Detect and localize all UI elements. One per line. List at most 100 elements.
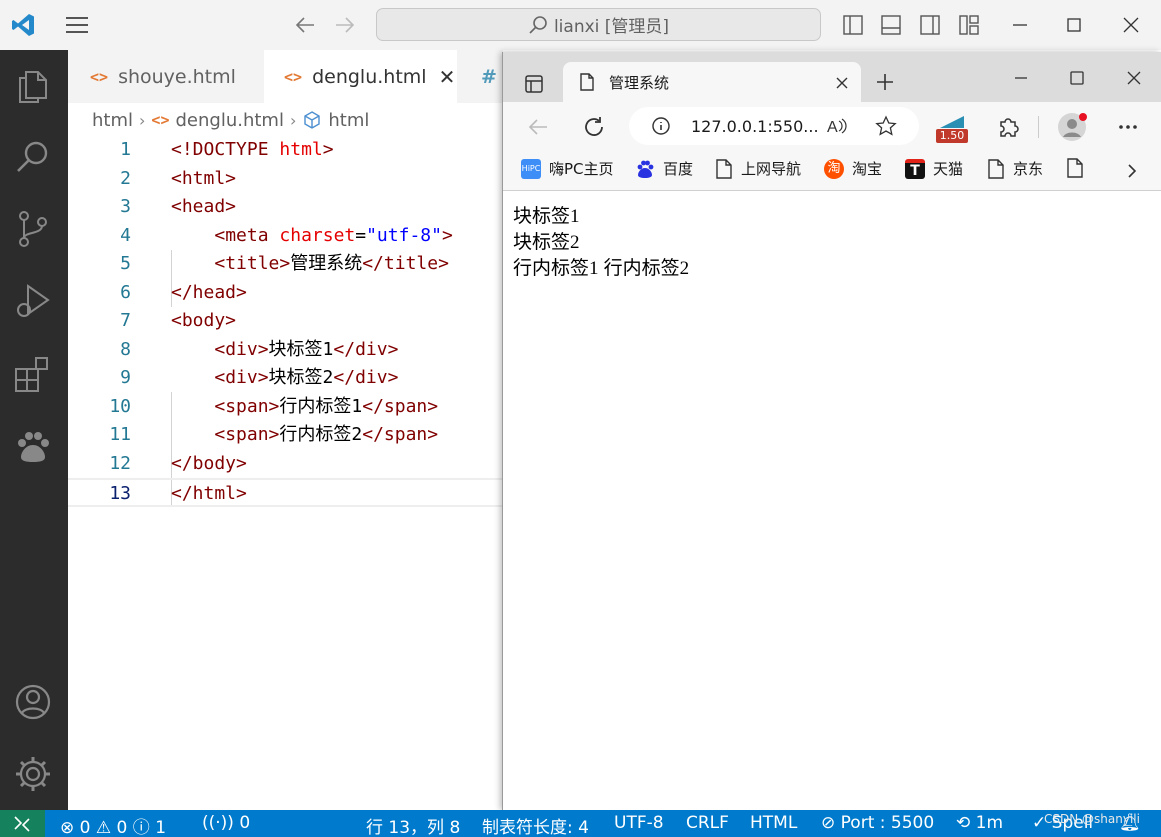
toggle-panel-icon[interactable] xyxy=(880,14,902,36)
warning-count: 0 xyxy=(116,818,128,837)
favorites-bar: HiPC 嗨PC主页 百度 上网导航 淘 淘宝 T 天猫 京东 xyxy=(503,152,1161,191)
tab-shouye[interactable]: <> shouye.html xyxy=(68,50,264,103)
favorite-label: 京东 xyxy=(1013,160,1044,178)
favorite-label: 天猫 xyxy=(933,160,964,178)
page-icon xyxy=(1067,158,1083,178)
encoding[interactable]: UTF-8 xyxy=(614,813,664,833)
favorite-jd[interactable]: 京东 xyxy=(987,158,1043,179)
breadcrumb-file[interactable]: denglu.html xyxy=(175,110,283,131)
refresh-icon[interactable] xyxy=(582,115,606,139)
breadcrumb-folder[interactable]: html xyxy=(92,110,133,131)
symbol-element-icon xyxy=(304,111,321,129)
close-window-icon[interactable] xyxy=(1124,68,1144,88)
chevron-right-icon: › xyxy=(289,110,297,130)
tab-actions-icon[interactable] xyxy=(524,74,544,94)
profile-icon xyxy=(1058,113,1087,141)
broadcast-icon: ((·)) xyxy=(202,813,234,833)
cursor-position[interactable]: 行 13，列 8 xyxy=(366,813,460,837)
browser-tab-active[interactable]: 管理系统 xyxy=(563,62,861,102)
favorite-star-icon[interactable] xyxy=(875,115,897,137)
remote-indicator[interactable] xyxy=(0,810,45,837)
command-center-search[interactable]: lianxi [管理员] xyxy=(376,8,821,41)
toggle-primary-sidebar-icon[interactable] xyxy=(842,14,864,36)
new-tab-icon[interactable] xyxy=(875,72,895,92)
favorite-hipc[interactable]: HiPC 嗨PC主页 xyxy=(521,158,614,179)
read-aloud-icon[interactable]: A xyxy=(825,116,847,136)
taobao-logo-icon: 淘 xyxy=(824,158,844,179)
inline-element: 行内标签1 xyxy=(513,258,599,279)
html-file-icon: <> xyxy=(90,67,109,86)
paw-extension-icon[interactable] xyxy=(12,426,54,468)
settings-gear-icon[interactable] xyxy=(12,753,54,795)
forward-arrow-icon[interactable] xyxy=(334,14,356,36)
problems-indicator[interactable]: ⊗ 0 ⚠ 0 ⓘ 1 xyxy=(60,813,166,837)
favorite-untitled[interactable] xyxy=(1066,158,1084,178)
code-line: 6 </head> xyxy=(120,281,247,303)
run-debug-icon[interactable] xyxy=(12,280,54,322)
breadcrumb-symbol[interactable]: html xyxy=(328,110,369,131)
tmall-logo-icon: T xyxy=(905,158,925,179)
code-line: 3 <head> xyxy=(120,196,237,217)
favorite-tmall[interactable]: T 天猫 xyxy=(905,158,963,179)
back-arrow-icon[interactable] xyxy=(527,116,549,138)
code-line: 1 <!DOCTYPE html> xyxy=(120,139,334,160)
menu-icon[interactable] xyxy=(64,14,90,36)
code-line: 11 <span>行内标签2</span> xyxy=(109,424,439,445)
explorer-icon[interactable] xyxy=(12,66,54,108)
site-info-icon[interactable] xyxy=(651,116,671,136)
maximize-icon[interactable] xyxy=(1067,68,1087,88)
browser-toolbar: 127.0.0.1:550... A 1.50 xyxy=(503,102,1161,152)
profile-avatar[interactable] xyxy=(1057,112,1087,142)
accounts-icon[interactable] xyxy=(12,681,54,723)
tab-size[interactable]: 制表符长度: 4 xyxy=(482,813,589,837)
toggle-secondary-sidebar-icon[interactable] xyxy=(919,14,941,36)
chevron-right-icon[interactable] xyxy=(1123,162,1141,180)
favorite-baidu[interactable]: 百度 xyxy=(635,158,693,179)
maximize-icon[interactable] xyxy=(1061,12,1087,38)
tab-css[interactable]: # xyxy=(457,50,503,103)
browser-window: 管理系统 127.0.0.1:550... A 1.50 HiPC 嗨PC主页 … xyxy=(502,52,1161,810)
extensions-puzzle-icon[interactable] xyxy=(996,115,1020,139)
error-icon: ⊗ xyxy=(60,818,75,837)
ports-indicator[interactable]: ((·)) 0 xyxy=(202,813,250,833)
back-arrow-icon[interactable] xyxy=(294,14,316,36)
minimize-icon[interactable] xyxy=(1007,12,1033,38)
code-line-current: 13 </html> xyxy=(68,478,503,507)
favorite-label: 嗨PC主页 xyxy=(549,160,614,178)
favorite-taobao[interactable]: 淘 淘宝 xyxy=(824,158,882,179)
language-mode[interactable]: HTML xyxy=(750,813,797,833)
favorite-label: 上网导航 xyxy=(741,160,802,178)
css-file-icon: # xyxy=(481,65,497,88)
html-file-icon: <> xyxy=(284,67,303,86)
info-icon: ⓘ xyxy=(132,818,150,837)
customize-layout-icon[interactable] xyxy=(958,14,980,36)
status-bar: ⊗ 0 ⚠ 0 ⓘ 1 ((·)) 0 行 13，列 8 制表符长度: 4 UT… xyxy=(0,810,1161,837)
favorite-nav[interactable]: 上网导航 xyxy=(715,158,801,179)
code-line: 8 <div>块标签1</div> xyxy=(120,338,399,360)
remote-icon xyxy=(14,816,30,832)
source-control-icon[interactable] xyxy=(12,208,54,250)
close-window-icon[interactable] xyxy=(1118,12,1144,38)
extension-speed-icon[interactable]: 1.50 xyxy=(936,114,968,144)
search-icon[interactable] xyxy=(12,136,54,178)
close-tab-icon[interactable]: ✕ xyxy=(439,65,456,89)
favorite-label: 百度 xyxy=(663,160,694,178)
more-options-icon[interactable] xyxy=(1117,116,1139,138)
page-content: 块标签1 块标签2 行内标签1 行内标签2 xyxy=(503,192,1161,810)
search-icon xyxy=(529,15,547,34)
tab-denglu[interactable]: <> denglu.html ✕ xyxy=(264,50,457,103)
code-editor[interactable]: 1 <!DOCTYPE html> 2 <html> 3 <head> 4 <meta… xyxy=(68,136,503,507)
live-server-port[interactable]: ⊘ Port : 5500 xyxy=(821,813,934,833)
end-of-line[interactable]: CRLF xyxy=(686,813,729,833)
minimize-icon[interactable] xyxy=(1011,68,1031,88)
extensions-icon[interactable] xyxy=(12,353,54,395)
block-element: 块标签2 xyxy=(513,232,580,253)
address-bar[interactable]: 127.0.0.1:550... A xyxy=(629,107,919,145)
timer[interactable]: ⟲ 1m xyxy=(956,813,1003,833)
close-tab-icon[interactable] xyxy=(835,76,849,90)
code-line: 9 <div>块标签2</div> xyxy=(120,367,399,388)
chevron-right-icon: › xyxy=(139,110,146,130)
page-icon xyxy=(580,73,594,91)
code-line: 10 <span>行内标签1</span> xyxy=(109,395,439,417)
code-line: 7 <body> xyxy=(120,310,237,331)
